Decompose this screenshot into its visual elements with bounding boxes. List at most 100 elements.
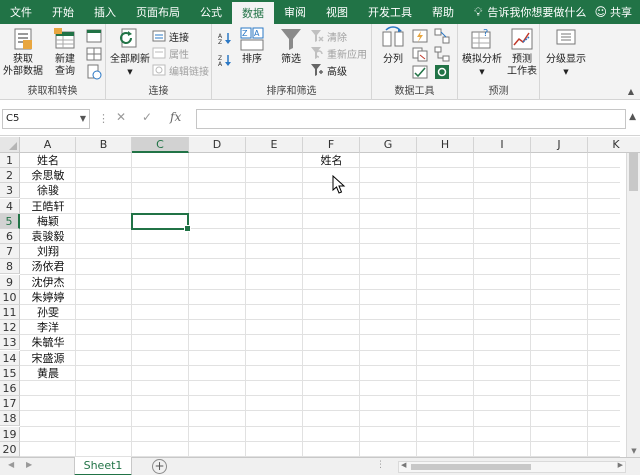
cell-a14[interactable]: 宋盛源 — [20, 351, 76, 366]
row-header-3[interactable]: 3 — [0, 183, 20, 199]
cell-a13[interactable]: 朱毓华 — [20, 335, 76, 350]
cell-a9[interactable]: 沈伊杰 — [20, 275, 76, 290]
tab-formulas[interactable]: 公式 — [190, 0, 232, 24]
data-validation-icon[interactable] — [412, 64, 428, 80]
worksheet-grid[interactable]: ▲ ▼ ABCDEFGHIJK1234567891011121314151617… — [0, 137, 640, 457]
column-header-j[interactable]: J — [531, 137, 588, 153]
tab-view[interactable]: 视图 — [316, 0, 358, 24]
cancel-icon[interactable]: ✕ — [116, 110, 126, 124]
column-header-a[interactable]: A — [20, 137, 76, 153]
share-button[interactable]: ☺ 共享 — [594, 0, 632, 24]
show-queries-icon[interactable] — [86, 28, 102, 44]
column-header-c[interactable]: C — [132, 137, 189, 153]
column-header-g[interactable]: G — [360, 137, 417, 153]
sheet-prev-icon[interactable]: ◀ — [8, 460, 14, 469]
properties-button[interactable]: 属性 — [152, 45, 189, 61]
advanced-filter-button[interactable]: 高级 — [310, 62, 347, 78]
scroll-down-icon[interactable]: ▼ — [627, 447, 640, 455]
column-header-f[interactable]: F — [303, 137, 360, 153]
column-header-k[interactable]: K — [588, 137, 640, 153]
row-header-13[interactable]: 13 — [0, 335, 20, 351]
connections-button[interactable]: 连接 — [152, 28, 189, 44]
row-header-2[interactable]: 2 — [0, 168, 20, 184]
row-header-14[interactable]: 14 — [0, 350, 20, 366]
row-header-19[interactable]: 19 — [0, 426, 20, 442]
tab-file[interactable]: 文件 — [0, 0, 42, 24]
cell-a1[interactable]: 姓名 — [20, 153, 76, 168]
row-header-15[interactable]: 15 — [0, 365, 20, 381]
text-to-columns-button[interactable]: 分列 — [378, 26, 408, 66]
edit-links-button[interactable]: 编辑链接 — [152, 62, 209, 78]
vertical-scrollbar[interactable]: ▲ ▼ — [626, 137, 640, 457]
remove-duplicates-icon[interactable] — [412, 46, 428, 62]
column-header-i[interactable]: I — [474, 137, 531, 153]
tell-me-box[interactable]: 💡︎ 告诉我你想要做什么 — [474, 0, 586, 24]
cell-a3[interactable]: 徐骏 — [20, 183, 76, 198]
sort-button[interactable]: Z A 排序 — [238, 26, 266, 66]
row-header-6[interactable]: 6 — [0, 229, 20, 244]
column-header-b[interactable]: B — [76, 137, 132, 153]
cell-a15[interactable]: 黄晨 — [20, 366, 76, 381]
row-header-9[interactable]: 9 — [0, 274, 20, 290]
row-header-12[interactable]: 12 — [0, 320, 20, 336]
chevron-down-icon[interactable]: ▼ — [80, 110, 86, 128]
expand-formula-bar-icon[interactable]: ▲ — [629, 112, 636, 122]
row-header-5[interactable]: 5 — [0, 213, 20, 229]
relationships-icon[interactable] — [434, 46, 450, 62]
cell-a12[interactable]: 李洋 — [20, 320, 76, 335]
row-header-4[interactable]: 4 — [0, 198, 20, 214]
forecast-sheet-button[interactable]: 预测 工作表 — [506, 26, 538, 78]
data-model-icon[interactable] — [434, 64, 450, 80]
row-header-20[interactable]: 20 — [0, 441, 20, 457]
filter-button[interactable]: 筛选 — [276, 26, 306, 66]
tab-home[interactable]: 开始 — [42, 0, 84, 24]
flash-fill-icon[interactable] — [412, 28, 428, 44]
cell-a5[interactable]: 梅颖 — [20, 214, 76, 229]
reapply-button[interactable]: 重新应用 — [310, 45, 367, 61]
scroll-left-icon[interactable]: ◀ — [401, 461, 406, 469]
tab-data[interactable]: 数据 — [232, 0, 274, 24]
sheet-next-icon[interactable]: ▶ — [26, 460, 32, 469]
cell-a2[interactable]: 余思敏 — [20, 168, 76, 183]
tab-review[interactable]: 审阅 — [274, 0, 316, 24]
add-sheet-button[interactable]: + — [152, 459, 167, 474]
what-if-analysis-button[interactable]: ? 模拟分析 ▼ — [460, 26, 504, 78]
row-header-8[interactable]: 8 — [0, 259, 20, 275]
tab-developer[interactable]: 开发工具 — [358, 0, 422, 24]
sort-descending-button[interactable]: Z A — [218, 52, 235, 68]
recent-sources-icon[interactable] — [86, 64, 102, 80]
tab-help[interactable]: 帮助 — [422, 0, 464, 24]
tab-page-layout[interactable]: 页面布局 — [126, 0, 190, 24]
row-header-7[interactable]: 7 — [0, 244, 20, 260]
insert-function-icon[interactable]: fx — [170, 110, 181, 124]
select-all-corner[interactable] — [0, 137, 20, 153]
row-header-10[interactable]: 10 — [0, 289, 20, 305]
formula-input[interactable] — [196, 109, 626, 129]
refresh-all-button[interactable]: 全部刷新 ▼ — [108, 26, 152, 78]
column-header-d[interactable]: D — [189, 137, 246, 153]
tab-split-grip-icon[interactable]: ⋮ — [376, 460, 385, 470]
new-query-button[interactable]: 新建 查询 — [48, 26, 82, 78]
consolidate-icon[interactable] — [434, 28, 450, 44]
sheet-tab-sheet1[interactable]: Sheet1 — [74, 457, 132, 475]
cell-a10[interactable]: 朱婷婷 — [20, 290, 76, 305]
get-external-data-button[interactable]: 获取 外部数据 — [2, 26, 44, 78]
cell-f1[interactable]: 姓名 — [303, 153, 360, 168]
cell-a8[interactable]: 汤依君 — [20, 259, 76, 274]
active-cell-selection[interactable] — [131, 212, 191, 233]
row-header-11[interactable]: 11 — [0, 305, 20, 320]
cell-a6[interactable]: 袁骏毅 — [20, 229, 76, 244]
scroll-right-icon[interactable]: ▶ — [618, 461, 623, 469]
collapse-ribbon-icon[interactable]: ▲ — [628, 87, 634, 96]
name-box[interactable]: C5 ▼ — [2, 109, 90, 129]
tab-insert[interactable]: 插入 — [84, 0, 126, 24]
row-header-1[interactable]: 1 — [0, 153, 20, 168]
clear-filter-button[interactable]: 清除 — [310, 28, 347, 44]
cell-a4[interactable]: 王皓轩 — [20, 199, 76, 214]
row-header-17[interactable]: 17 — [0, 396, 20, 412]
row-header-18[interactable]: 18 — [0, 411, 20, 427]
column-header-h[interactable]: H — [417, 137, 474, 153]
horizontal-scrollbar[interactable]: ◀ ▶ — [398, 461, 626, 473]
row-header-16[interactable]: 16 — [0, 381, 20, 396]
cell-a11[interactable]: 孙雯 — [20, 305, 76, 320]
